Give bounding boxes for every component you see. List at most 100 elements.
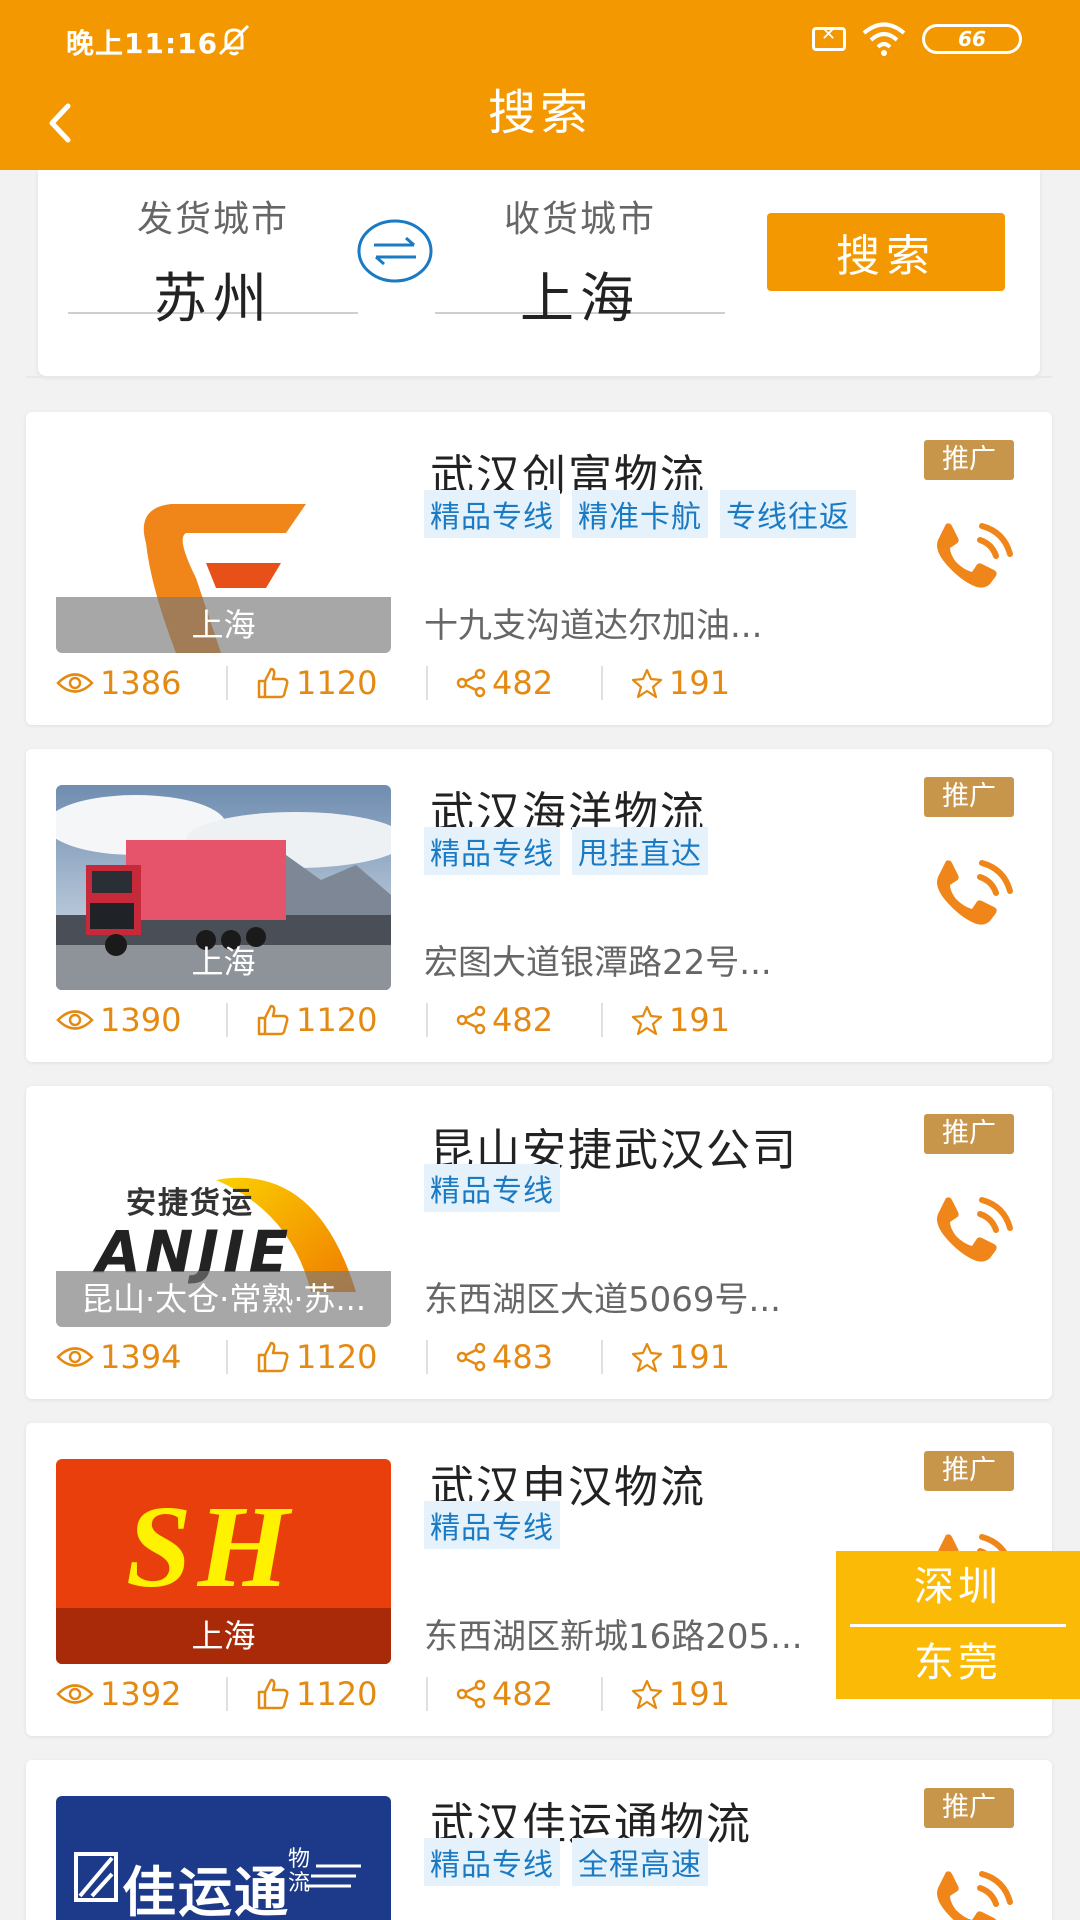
thumbs-up-icon bbox=[257, 1341, 289, 1373]
views-stat: 1386 bbox=[56, 658, 181, 708]
to-city-label: 收货城市 bbox=[503, 199, 656, 240]
stat-divider bbox=[601, 1340, 603, 1374]
stats-row: 1390 1120 482 191 bbox=[56, 995, 776, 1045]
listing-card[interactable]: 上海 武汉海洋物流 精品专线 甩挂直达 宏图大道银潭路22号... 推广 139… bbox=[26, 749, 1052, 1062]
shares-count: 482 bbox=[492, 1675, 554, 1713]
star-icon bbox=[631, 1005, 663, 1036]
tag: 精品专线 bbox=[424, 827, 560, 875]
from-city-label: 发货城市 bbox=[136, 199, 289, 240]
views-stat: 1390 bbox=[56, 995, 181, 1045]
from-city-field[interactable]: 发货城市 苏州 bbox=[68, 184, 358, 330]
shares-stat[interactable]: 483 bbox=[456, 1332, 553, 1382]
likes-stat[interactable]: 1120 bbox=[256, 1332, 377, 1382]
tag: 精品专线 bbox=[424, 1838, 560, 1886]
shares-stat[interactable]: 482 bbox=[456, 658, 553, 708]
share-icon bbox=[456, 668, 486, 698]
share-icon bbox=[456, 1679, 486, 1709]
favorites-stat[interactable]: 191 bbox=[631, 995, 730, 1045]
shares-count: 482 bbox=[492, 1001, 554, 1039]
views-count: 1390 bbox=[100, 1001, 182, 1039]
tag: 精品专线 bbox=[424, 490, 560, 538]
shares-count: 483 bbox=[492, 1338, 554, 1376]
thumbs-up-icon bbox=[257, 1678, 289, 1710]
promo-badge: 推广 bbox=[924, 1788, 1014, 1828]
sim-icon bbox=[812, 24, 846, 51]
city-tab-dongguan[interactable]: 东莞 bbox=[836, 1627, 1080, 1699]
stat-divider bbox=[226, 1340, 228, 1374]
status-icons: 66 bbox=[812, 22, 1022, 56]
tag: 专线往返 bbox=[720, 490, 856, 538]
favorites-stat[interactable]: 191 bbox=[631, 1332, 730, 1382]
location-caption: 上海 bbox=[56, 597, 391, 653]
company-address: 东西湖区新城16路205... bbox=[424, 1617, 803, 1657]
wifi-icon bbox=[862, 22, 906, 56]
stat-divider bbox=[226, 1677, 228, 1711]
views-count: 1394 bbox=[100, 1338, 182, 1376]
stat-divider bbox=[426, 666, 428, 700]
star-icon bbox=[631, 1679, 663, 1710]
search-panel-divider bbox=[26, 376, 1052, 390]
location-caption: 上海 bbox=[56, 1608, 391, 1664]
stat-divider bbox=[601, 1003, 603, 1037]
stat-divider bbox=[226, 666, 228, 700]
likes-count: 1120 bbox=[296, 664, 378, 702]
search-button[interactable]: 搜索 bbox=[767, 213, 1005, 291]
from-city-value: 苏州 bbox=[153, 267, 273, 330]
tag: 精品专线 bbox=[424, 1501, 560, 1549]
star-icon bbox=[631, 1342, 663, 1373]
tag: 甩挂直达 bbox=[572, 827, 708, 875]
share-icon bbox=[456, 1342, 486, 1372]
stats-row: 1386 1120 482 191 bbox=[56, 658, 776, 708]
phone-icon[interactable] bbox=[924, 1192, 1020, 1272]
shares-stat[interactable]: 482 bbox=[456, 1669, 553, 1719]
stat-divider bbox=[601, 666, 603, 700]
phone-icon[interactable] bbox=[924, 1866, 1020, 1920]
mute-bell-icon bbox=[218, 24, 250, 56]
views-count: 1392 bbox=[100, 1675, 182, 1713]
company-address: 东西湖区大道5069号... bbox=[424, 1280, 781, 1320]
favorites-count: 191 bbox=[669, 1675, 731, 1713]
share-icon bbox=[456, 1005, 486, 1035]
company-address: 宏图大道银潭路22号... bbox=[424, 943, 772, 983]
likes-stat[interactable]: 1120 bbox=[256, 1669, 377, 1719]
back-button[interactable] bbox=[20, 88, 100, 158]
stats-row: 1394 1120 483 191 bbox=[56, 1332, 776, 1382]
likes-count: 1120 bbox=[296, 1675, 378, 1713]
logo-text: 佳运通 bbox=[122, 1861, 290, 1920]
listing-card[interactable]: 佳运通 物流 武汉佳运通物流 精品专线 全程高速 推广 bbox=[26, 1760, 1052, 1920]
back-arrow-icon bbox=[49, 103, 71, 143]
company-logo: 佳运通 物流 bbox=[56, 1796, 391, 1920]
favorites-stat[interactable]: 191 bbox=[631, 1669, 730, 1719]
logo-subtext: 物流 bbox=[288, 1847, 311, 1896]
city-tab-shenzhen[interactable]: 深圳 bbox=[836, 1551, 1080, 1623]
eye-icon bbox=[56, 673, 94, 693]
favorites-count: 191 bbox=[669, 664, 731, 702]
likes-count: 1120 bbox=[296, 1338, 378, 1376]
company-photo: 上海 bbox=[56, 785, 391, 990]
tag: 精准卡航 bbox=[572, 490, 708, 538]
tag-list: 精品专线 甩挂直达 bbox=[424, 827, 708, 875]
phone-icon[interactable] bbox=[924, 855, 1020, 935]
tag-list: 精品专线 全程高速 bbox=[424, 1838, 708, 1886]
shares-stat[interactable]: 482 bbox=[456, 995, 553, 1045]
views-stat: 1394 bbox=[56, 1332, 181, 1382]
page-title: 搜索 bbox=[487, 85, 592, 141]
logo-text: SH bbox=[126, 1481, 296, 1612]
search-panel: 发货城市 苏州 收货城市 上海 搜索 bbox=[38, 170, 1040, 376]
to-city-field[interactable]: 收货城市 上海 bbox=[435, 184, 725, 330]
company-logo: SH 上海 bbox=[56, 1459, 391, 1664]
swap-icon[interactable] bbox=[356, 218, 434, 284]
phone-icon[interactable] bbox=[924, 518, 1020, 598]
listing-card[interactable]: 上海 武汉创富物流 精品专线 精准卡航 专线往返 十九支沟道达尔加油... 推广… bbox=[26, 412, 1052, 725]
favorites-stat[interactable]: 191 bbox=[631, 658, 730, 708]
likes-count: 1120 bbox=[296, 1001, 378, 1039]
floating-city-tabs: 深圳 东莞 bbox=[836, 1551, 1080, 1699]
listing-card[interactable]: 安捷货运 ANJIE 昆山·太仓·常熟·苏... 昆山安捷武汉公司 精品专线 东… bbox=[26, 1086, 1052, 1399]
stat-divider bbox=[426, 1003, 428, 1037]
likes-stat[interactable]: 1120 bbox=[256, 658, 377, 708]
likes-stat[interactable]: 1120 bbox=[256, 995, 377, 1045]
eye-icon bbox=[56, 1010, 94, 1030]
promo-badge: 推广 bbox=[924, 1451, 1014, 1491]
stat-divider bbox=[426, 1340, 428, 1374]
top-bar: 晚上11:16 66 搜索 bbox=[0, 0, 1080, 170]
